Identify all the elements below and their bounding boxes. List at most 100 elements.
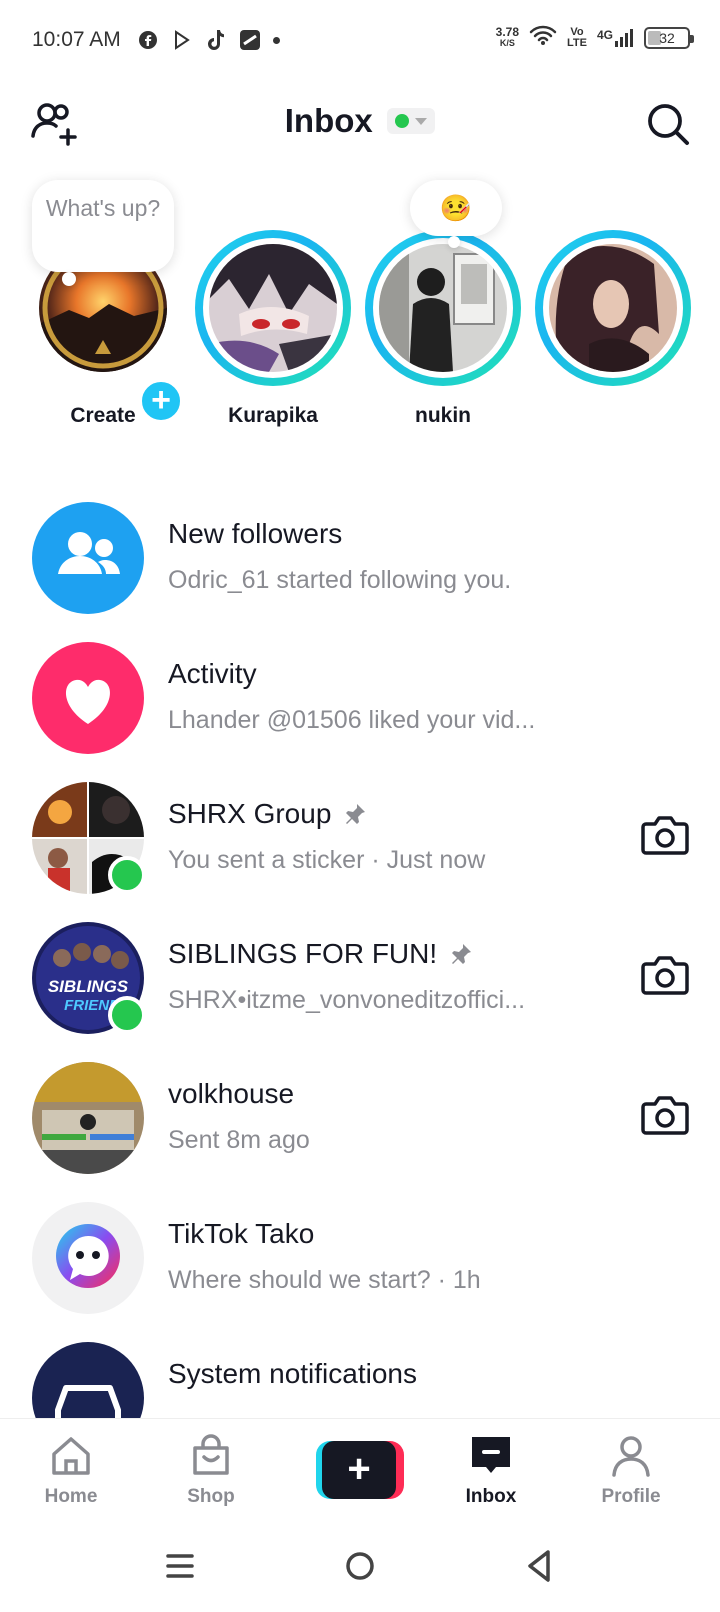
bottom-navigation: Home Shop + Inbox Profile [0,1418,720,1522]
story-ring [535,230,691,386]
row-title-text: SHRX Group [168,798,332,829]
facebook-icon [137,29,159,51]
camera-icon [641,956,689,995]
list-item-siblings-for-fun[interactable]: SIBLINGS FRIEND SIBLINGS FOR FUN! SHRX•i… [0,908,720,1048]
row-title-text: TikTok Tako [168,1218,315,1249]
inbox-header: Inbox [0,90,720,160]
signal-icon: 4G [597,28,634,48]
bubble-tail [448,236,460,248]
game-icon [239,29,261,51]
battery-percent: 32 [659,29,675,46]
search-icon [648,104,689,145]
play-store-icon [171,29,193,51]
inbox-list: New followers Odric_61 started following… [0,488,720,1418]
tako-avatar [32,1202,144,1314]
avatar [379,244,507,372]
row-title: TikTok Tako [168,1218,314,1250]
row-subtitle: Lhander @01506 liked your vid... [168,706,536,734]
row-subtitle: Where should we start? · 1h [168,1266,481,1294]
network-type: 4G [596,27,613,42]
pin-icon [452,944,472,964]
online-indicator [108,856,146,894]
row-subtitle: Sent 8m ago [168,1126,310,1154]
story-ring [195,230,351,386]
online-status-toggle[interactable] [387,108,436,134]
home-system-icon[interactable] [340,1546,380,1586]
row-title: volkhouse [168,1078,294,1110]
online-status-dot [395,114,410,128]
list-item-volkhouse[interactable]: volkhouse Sent 8m ago [0,1048,720,1188]
row-title: SIBLINGS FOR FUN! [168,938,473,970]
story-ring [365,230,521,386]
title-wrap: Inbox [0,102,720,140]
volte-indicator: Vo LTE [567,25,587,49]
status-bar: 10:07 AM 3.78 K/S Vo LTE 4G 32 [0,0,720,80]
wifi-icon [529,24,557,51]
row-subtitle: SHRX•itzme_vonvoneditzoffici... [168,986,526,1014]
nav-shop[interactable]: Shop [156,1433,266,1508]
list-item-new-followers[interactable]: New followers Odric_61 started following… [0,488,720,628]
camera-button[interactable] [640,952,690,998]
nav-label: Profile [601,1486,661,1507]
row-title-text: New followers [168,518,343,549]
list-item-tiktok-tako[interactable]: TikTok Tako Where should we start? · 1h [0,1188,720,1328]
row-subtitle: You sent a sticker · Just now [168,846,486,874]
status-right: 3.78 K/S Vo LTE 4G 32 [495,24,694,51]
pin-icon [346,804,366,824]
system-avatar [32,1342,144,1418]
online-indicator [108,996,146,1034]
tiktok-icon [205,29,227,51]
profile-icon [612,1436,650,1477]
battery-icon: 32 [644,26,694,49]
network-speed: 3.78 K/S [495,24,520,49]
avatar [209,244,337,372]
nav-inbox[interactable]: Inbox [436,1433,546,1508]
camera-icon [641,1096,689,1135]
row-title: Activity [168,658,257,690]
avatar [32,1062,144,1174]
story-kurapika[interactable]: Kurapika [188,230,358,428]
speed-unit: K/S [499,37,515,48]
row-title-text: Activity [168,658,257,689]
bubble-tail [62,272,76,286]
activity-avatar [32,642,144,754]
list-item-shrx-group[interactable]: SHRX Group You sent a sticker · Just now [0,768,720,908]
camera-button[interactable] [640,1092,690,1138]
new-followers-avatar [32,502,144,614]
status-time: 10:07 AM [32,28,121,51]
camera-button[interactable] [640,812,690,858]
create-plus: + [322,1441,396,1499]
row-subtitle: Odric_61 started following you. [168,566,512,594]
back-icon[interactable] [520,1546,560,1586]
chevron-down-icon [415,117,428,125]
search-button[interactable] [646,102,690,146]
page-title: Inbox [284,102,373,139]
notification-icons [137,29,280,51]
story-item[interactable] [528,230,698,404]
story-nukin[interactable]: nukin [358,230,528,428]
row-title: SHRX Group [168,798,367,830]
avatar [549,244,677,372]
nav-label: Shop [187,1486,235,1507]
group-logo-text: SIBLINGS [48,977,129,996]
list-item-system-notifications[interactable]: System notifications [0,1328,720,1418]
row-title: System notifications [168,1358,417,1390]
status-bubble[interactable]: What's up? [32,180,174,286]
stories-row: + Create Kurapika nukin What's up? 🤒 [0,180,720,450]
system-navigation [0,1522,720,1612]
speed-value: 3.78 [495,24,520,39]
note-bubble[interactable]: 🤒 [410,180,502,248]
nav-home[interactable]: Home [16,1433,126,1508]
create-button[interactable]: + [316,1441,404,1499]
more-notifications-dot [272,36,280,44]
volte-top: Vo [570,25,584,38]
recent-apps-icon[interactable] [160,1546,200,1586]
followers-icon [58,532,120,574]
nav-label: Inbox [465,1486,517,1507]
nav-profile[interactable]: Profile [576,1433,686,1508]
story-name: Kurapika [228,404,318,427]
heart-icon [66,679,110,724]
status-bubble-text: What's up? [45,195,161,221]
add-story-button[interactable]: + [138,378,184,424]
list-item-activity[interactable]: Activity Lhander @01506 liked your vid..… [0,628,720,768]
